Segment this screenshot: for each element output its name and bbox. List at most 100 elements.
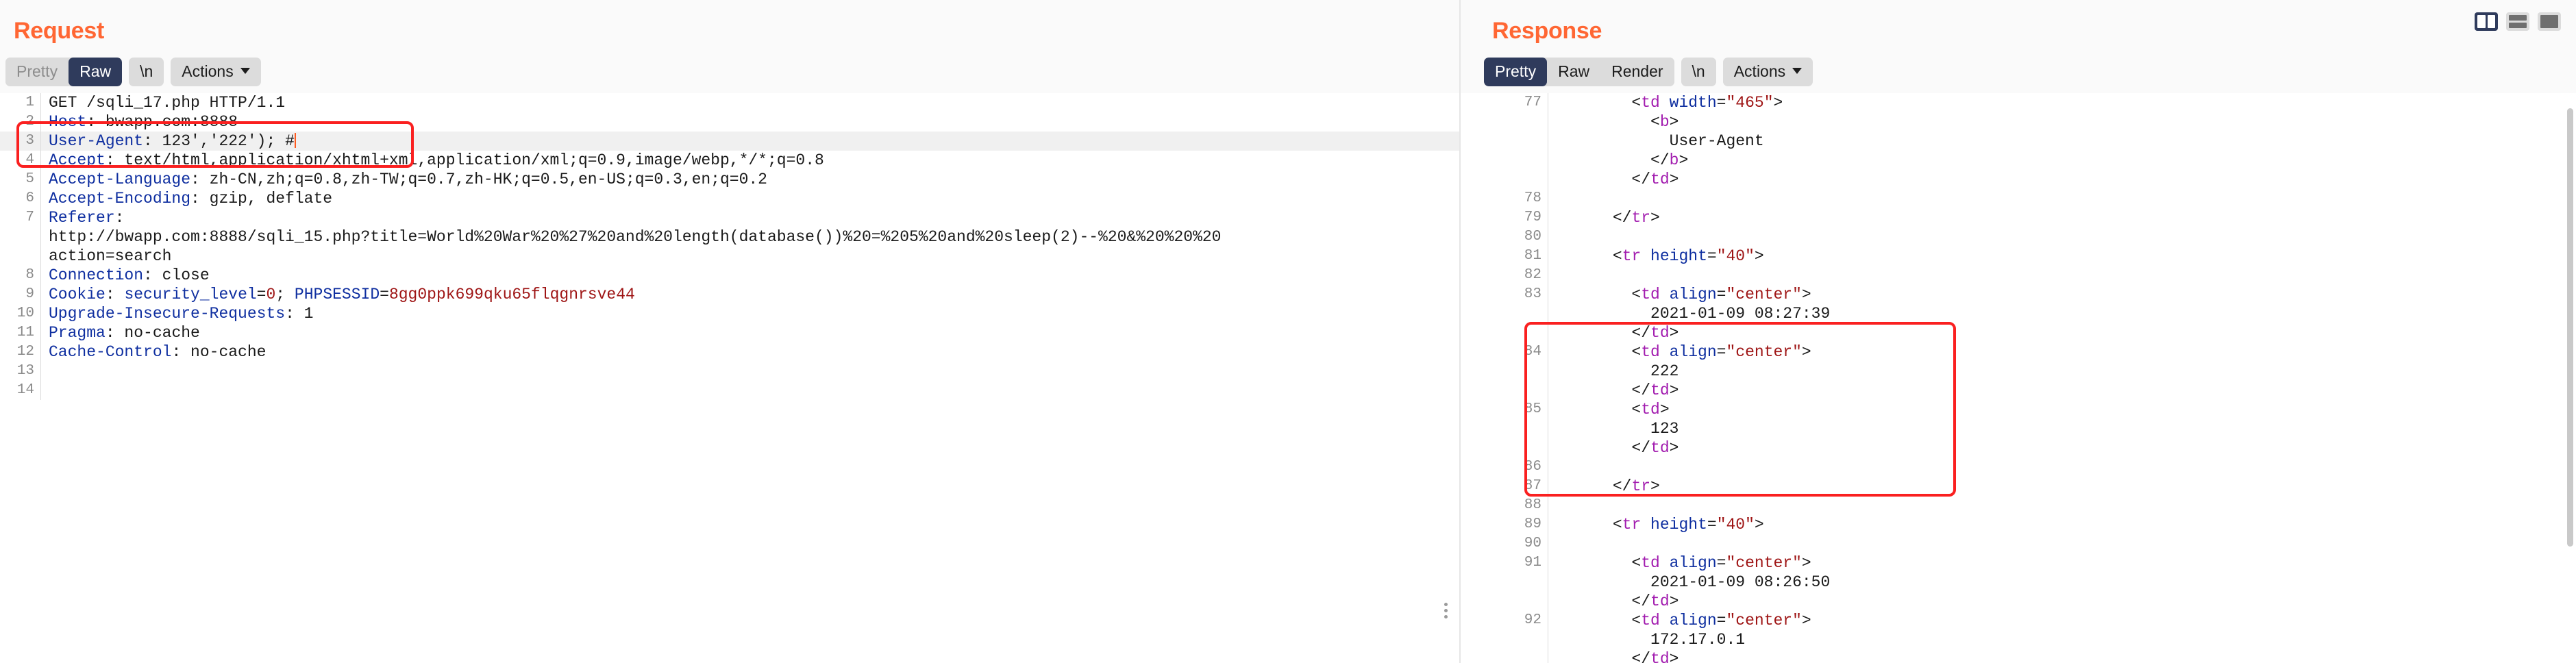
code-line: 89 <tr height="40"> (1461, 515, 2576, 535)
request-body-editor[interactable]: 1 GET /sqli_17.php HTTP/1.1 2 Host: bwapp.c… (0, 93, 1461, 663)
more-options-kebab-icon[interactable] (1444, 603, 1448, 618)
line-number: 86 (1524, 459, 1541, 475)
code-line: 5 Accept-Language: zh-CN,zh;q=0.8,zh-TW;q… (0, 170, 1461, 190)
code-line: 83 <td align="center"> (1461, 285, 2576, 305)
code-line-text: </td> (1631, 439, 1679, 458)
response-scrollbar-thumb[interactable] (2567, 108, 2573, 547)
request-pane: Request Pretty Raw \n Actions 1 GET /sqli… (0, 0, 1461, 663)
tab-request-pretty[interactable]: Pretty (5, 58, 69, 87)
code-line: </td> (1461, 438, 2576, 458)
code-line-text: </td> (1631, 650, 1679, 663)
gutter-divider (40, 170, 41, 190)
tab-response-raw[interactable]: Raw (1547, 58, 1601, 87)
line-number: 83 (1524, 286, 1541, 303)
line-number: 89 (1524, 516, 1541, 533)
chevron-down-icon (1792, 67, 1803, 74)
gutter-divider (40, 93, 41, 113)
gutter-divider (40, 227, 41, 247)
code-line-text: GET /sqli_17.php HTTP/1.1 (49, 94, 286, 112)
code-line: 2 Host: bwapp.com:8888 (0, 112, 1461, 132)
code-line: 4 Accept: text/html,application/xhtml+xml… (0, 151, 1461, 171)
code-line-text: </td> (1631, 171, 1679, 189)
response-scrollbar[interactable] (2567, 96, 2573, 658)
code-line: 80 (1461, 227, 2576, 247)
line-number: 92 (1524, 612, 1541, 629)
response-pane: Response Pretty Raw Render \n Actions 77… (1461, 0, 2576, 663)
code-line-text: Accept: text/html,application/xhtml+xml,… (49, 151, 824, 170)
line-number: 85 (1524, 401, 1541, 418)
tab-request-raw[interactable]: Raw (69, 58, 123, 87)
chevron-down-icon (240, 67, 250, 74)
line-number: 4 (25, 152, 34, 168)
code-line: 88 (1461, 496, 2576, 516)
response-actions-button[interactable]: Actions (1722, 58, 1813, 87)
line-number: 13 (16, 363, 34, 379)
code-line-text: 172.17.0.1 (1650, 631, 1746, 649)
code-line-text: User-Agent (1669, 132, 1764, 151)
line-number: 90 (1524, 536, 1541, 552)
code-line: 13 (0, 362, 1461, 381)
code-line: 123 (1461, 419, 2576, 439)
line-number: 5 (25, 171, 34, 188)
code-line: 6 Accept-Encoding: gzip, deflate (0, 189, 1461, 209)
code-line-text: </td> (1631, 592, 1679, 611)
gutter-divider (40, 151, 41, 171)
code-line-text: Pragma: no-cache (49, 324, 200, 342)
response-newline-toggle[interactable]: \n (1681, 58, 1716, 87)
code-line-text: http://bwapp.com:8888/sqli_15.php?title=… (49, 228, 1222, 247)
line-number: 14 (16, 382, 34, 399)
line-number: 88 (1524, 497, 1541, 514)
code-line-text: Cookie: security_level=0; PHPSESSID=8gg0… (49, 286, 635, 304)
code-line: 2021-01-09 08:26:50 (1461, 573, 2576, 592)
code-line: </b> (1461, 151, 2576, 171)
gutter-divider (40, 381, 41, 401)
code-line: 172.17.0.1 (1461, 630, 2576, 650)
code-line-text: Connection: close (49, 266, 210, 285)
line-number: 12 (16, 344, 34, 360)
gutter-divider (40, 112, 41, 132)
code-line: 77 <td width="465"> (1461, 93, 2576, 113)
code-line-text: <td width="465"> (1631, 94, 1783, 112)
code-line-text: </td> (1631, 381, 1679, 400)
code-line: 2021-01-09 08:27:39 (1461, 304, 2576, 324)
line-number: 7 (25, 210, 34, 226)
gutter-divider (40, 132, 41, 151)
request-newline-toggle[interactable]: \n (129, 58, 164, 87)
tab-response-pretty[interactable]: Pretty (1484, 58, 1548, 87)
code-line-text: <tr height="40"> (1612, 247, 1764, 266)
view-mode-split-vertical[interactable] (2475, 12, 2498, 31)
line-number: 10 (16, 305, 34, 322)
view-mode-split-horizontal[interactable] (2506, 12, 2529, 31)
line-number: 87 (1524, 478, 1541, 495)
gutter-divider (40, 304, 41, 324)
code-line-text: User-Agent: 123','222'); # (49, 132, 296, 151)
code-line: 14 (0, 381, 1461, 401)
response-body-viewer[interactable]: 77 <td width="465"> <b> User-Agent </b> … (1461, 93, 2576, 663)
code-line: http://bwapp.com:8888/sqli_15.php?title=… (0, 227, 1461, 247)
tab-response-render[interactable]: Render (1600, 58, 1674, 87)
code-line: 87 </tr> (1461, 477, 2576, 497)
line-number: 6 (25, 190, 34, 207)
code-line: 90 (1461, 534, 2576, 554)
code-line: 82 (1461, 266, 2576, 286)
line-number: 1 (25, 95, 34, 111)
view-mode-single[interactable] (2538, 12, 2561, 31)
code-line-text: Cache-Control: no-cache (49, 343, 267, 362)
code-line-text: </tr> (1612, 477, 1660, 496)
code-line-text: </td> (1631, 324, 1679, 342)
request-title: Request (14, 18, 105, 44)
line-number: 91 (1524, 555, 1541, 571)
response-view-tabs: Pretty Raw Render (1484, 58, 1674, 87)
gutter-divider (40, 285, 41, 305)
code-line: 11 Pragma: no-cache (0, 323, 1461, 343)
code-line-text: Host: bwapp.com:8888 (49, 113, 238, 132)
code-line-text: 222 (1650, 362, 1679, 381)
request-actions-button[interactable]: Actions (171, 58, 261, 87)
code-line: User-Agent (1461, 132, 2576, 151)
code-line: </td> (1461, 592, 2576, 612)
line-number: 8 (25, 267, 34, 284)
gutter-divider (40, 247, 41, 266)
code-line: 3 User-Agent: 123','222'); # (0, 132, 1461, 151)
line-number: 79 (1524, 210, 1541, 226)
code-line: 84 <td align="center"> (1461, 342, 2576, 362)
